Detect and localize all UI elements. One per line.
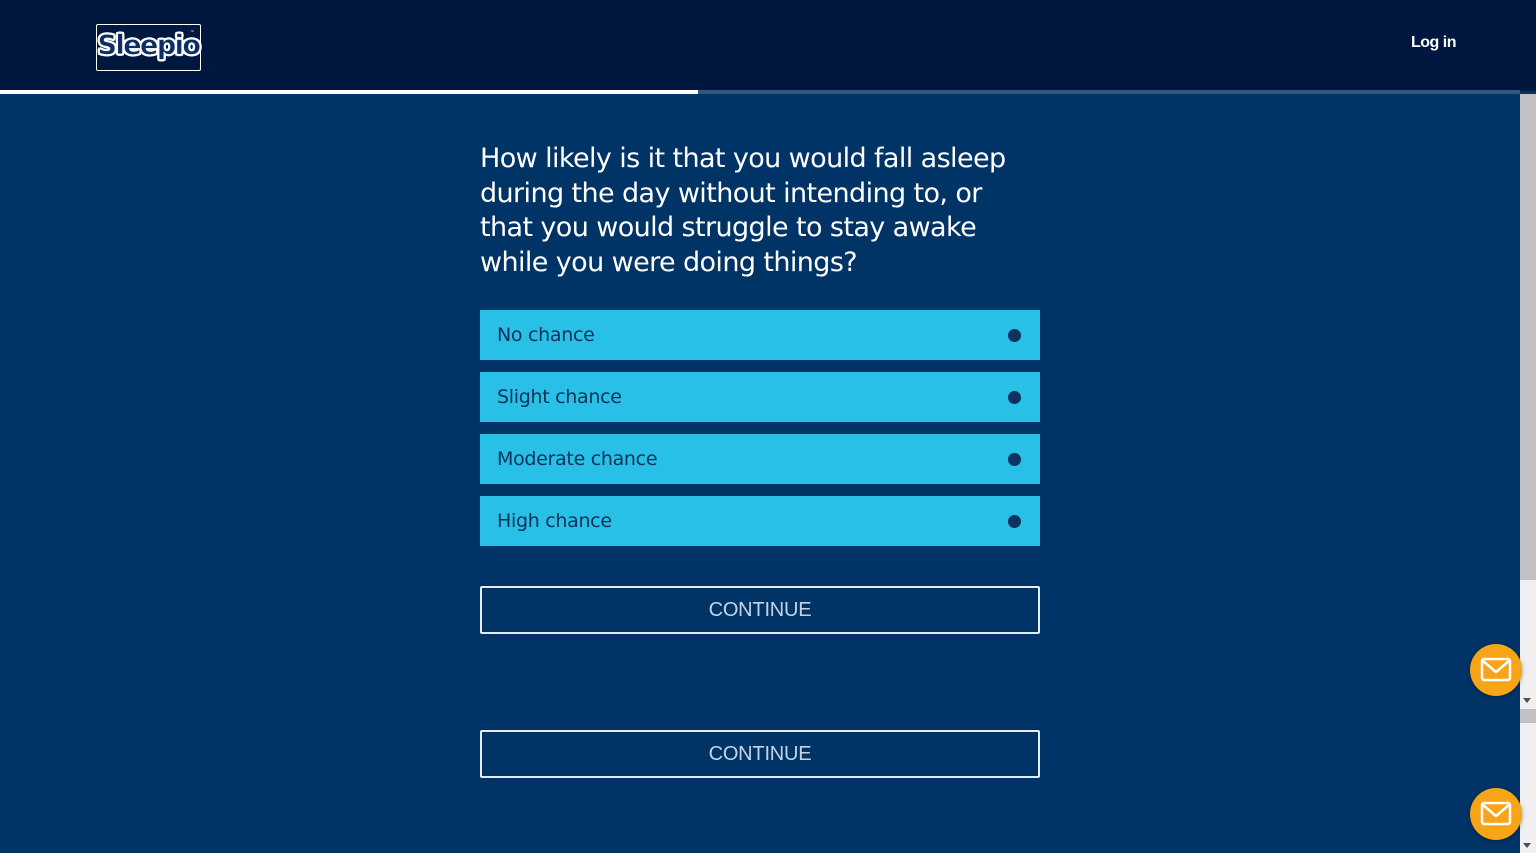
questionnaire-page: Sleepio ™ Log in How likely is it that y… [0, 0, 1536, 853]
trademark-mark: ™ [190, 30, 195, 36]
site-header: Sleepio ™ Log in [0, 0, 1536, 91]
radio-dot-icon [1008, 391, 1021, 404]
contact-mail-button[interactable] [1470, 644, 1522, 696]
progress-bar-fill [0, 90, 698, 94]
mail-icon [1480, 801, 1512, 826]
scrollbar-thumb-secondary[interactable] [1520, 709, 1536, 723]
scroll-down-arrow-icon[interactable] [1523, 843, 1531, 848]
login-link[interactable]: Log in [1411, 34, 1456, 52]
logo-wordmark: Sleepio [97, 30, 201, 62]
continue-button-secondary[interactable]: CONTINUE [480, 730, 1040, 778]
answer-option-high-chance[interactable]: High chance [480, 496, 1040, 546]
answer-option-label: High chance [497, 510, 612, 532]
answer-option-moderate-chance[interactable]: Moderate chance [480, 434, 1040, 484]
progress-bar [0, 90, 1520, 94]
answer-option-label: No chance [497, 324, 595, 346]
answer-option-label: Moderate chance [497, 448, 658, 470]
scroll-down-arrow-icon[interactable] [1523, 698, 1531, 703]
answer-option-slight-chance[interactable]: Slight chance [480, 372, 1040, 422]
answer-option-no-chance[interactable]: No chance [480, 310, 1040, 360]
question-text: How likely is it that you would fall asl… [480, 143, 1006, 278]
sleepio-logo[interactable]: Sleepio ™ [96, 24, 201, 71]
radio-dot-icon [1008, 329, 1021, 342]
radio-dot-icon [1008, 515, 1021, 528]
continue-button[interactable]: CONTINUE [480, 586, 1040, 634]
mail-icon [1480, 657, 1512, 682]
answer-option-label: Slight chance [497, 386, 622, 408]
scrollbar-thumb[interactable] [1520, 94, 1536, 580]
contact-mail-button-secondary[interactable] [1470, 788, 1522, 840]
radio-dot-icon [1008, 453, 1021, 466]
